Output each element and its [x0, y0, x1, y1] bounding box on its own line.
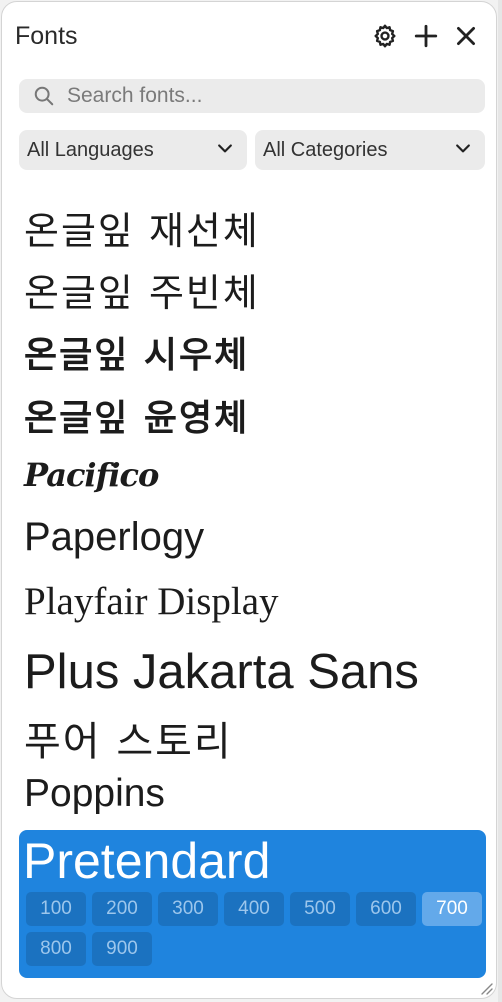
settings-button[interactable]: [369, 22, 401, 54]
weight-button-200[interactable]: 200: [92, 892, 152, 926]
selected-font-name: Pretendard: [23, 833, 271, 889]
weight-button-700[interactable]: 700: [422, 892, 482, 926]
weight-button-900[interactable]: 900: [92, 932, 152, 966]
language-dropdown-label: All Languages: [27, 138, 154, 161]
font-item-onguleip-jaeseon[interactable]: 온글잎 재선체: [24, 200, 260, 255]
weight-button-800[interactable]: 800: [26, 932, 86, 966]
font-item-onguleip-yunyeong[interactable]: 온글잎 윤영체: [24, 389, 249, 441]
font-item-playfair-display[interactable]: Playfair Display: [24, 579, 279, 624]
plus-icon: [413, 23, 439, 53]
font-item-pacifico[interactable]: Pacifico: [24, 456, 159, 494]
language-dropdown[interactable]: All Languages: [19, 130, 247, 170]
font-item-poppins[interactable]: Poppins: [24, 772, 165, 816]
close-button[interactable]: [450, 22, 482, 54]
weight-button-100[interactable]: 100: [26, 892, 86, 926]
category-dropdown[interactable]: All Categories: [255, 130, 485, 170]
fonts-panel: Fonts Search fonts... All Languages All …: [1, 1, 497, 999]
font-item-onguleip-jubin[interactable]: 온글잎 주빈체: [24, 262, 260, 317]
search-icon: [33, 85, 55, 107]
weight-button-500[interactable]: 500: [290, 892, 350, 926]
add-font-button[interactable]: [410, 22, 442, 54]
search-input[interactable]: [65, 83, 449, 109]
weight-button-300[interactable]: 300: [158, 892, 218, 926]
background-window-edge: [498, 0, 502, 1002]
close-icon: [453, 23, 479, 53]
resize-grip-icon[interactable]: [478, 980, 494, 996]
font-item-plus-jakarta-sans[interactable]: Plus Jakarta Sans: [24, 644, 419, 700]
chevron-down-icon: [215, 138, 235, 162]
font-item-onguleip-siwoo[interactable]: 온글잎 시우체: [24, 326, 249, 378]
gear-icon: [372, 23, 398, 53]
font-item-paperlogy[interactable]: Paperlogy: [24, 515, 204, 560]
chevron-down-icon: [453, 138, 473, 162]
panel-title: Fonts: [15, 22, 78, 50]
font-item-poor-story[interactable]: 푸어 스토리: [24, 709, 233, 767]
selected-font-card[interactable]: Pretendard 100 200 300 400 500 600 700 8…: [19, 830, 486, 978]
weight-button-600[interactable]: 600: [356, 892, 416, 926]
category-dropdown-label: All Categories: [263, 138, 388, 161]
search-bar[interactable]: [19, 79, 485, 113]
panel-header: Fonts: [2, 2, 496, 74]
weight-button-400[interactable]: 400: [224, 892, 284, 926]
